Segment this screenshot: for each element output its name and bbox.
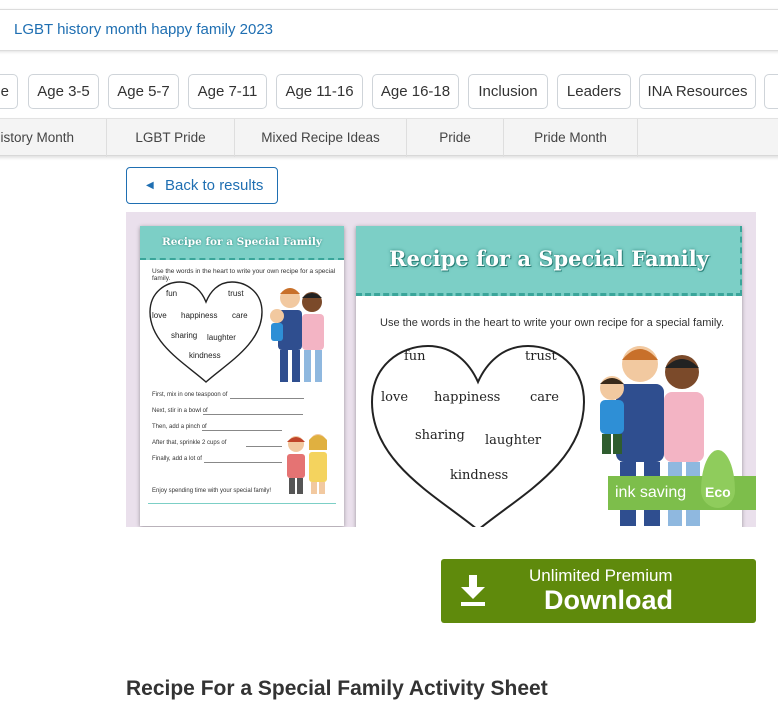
- tag-chip[interactable]: Age 11-16: [276, 74, 363, 109]
- recipe-line: Finally, add a lot of: [152, 456, 202, 462]
- answer-line: [203, 414, 303, 415]
- recipe-line: First, mix in one teaspoon of: [152, 392, 228, 398]
- page-footer-rule: [148, 503, 336, 504]
- recipe-line: Then, add a pinch of: [152, 424, 207, 430]
- sub-navigation: listory Month LGBT Pride Mixed Recipe Id…: [0, 118, 778, 157]
- answer-line: [246, 446, 282, 447]
- main-page-instruction: Use the words in the heart to write your…: [380, 317, 725, 329]
- subnav-item[interactable]: Pride Month: [504, 119, 638, 157]
- thumbnail-header: Recipe for a Special Family: [140, 226, 344, 260]
- heart-word: love: [381, 390, 409, 405]
- tag-chip[interactable]: e: [0, 74, 18, 109]
- search-query[interactable]: LGBT history month happy family 2023: [14, 21, 273, 38]
- heart-word: happiness: [434, 390, 501, 405]
- triangle-left-icon: ◀: [146, 180, 154, 191]
- heart-word: laughter: [485, 433, 542, 448]
- download-label: Download: [544, 585, 673, 615]
- closing-line: Enjoy spending time with your special fa…: [152, 488, 272, 494]
- heart-word: fun: [404, 349, 426, 364]
- download-subtitle: Unlimited Premium: [529, 566, 673, 585]
- back-to-results-label: Back to results: [165, 177, 264, 194]
- eco-label: Eco: [705, 484, 731, 500]
- heart-illustration: [370, 344, 586, 527]
- heart-word: kindness: [450, 468, 509, 483]
- tag-chip[interactable]: [764, 74, 778, 109]
- heart-illustration: [149, 281, 263, 383]
- tag-row: e Age 3-5 Age 5-7 Age 7-11 Age 11-16 Age…: [0, 74, 778, 110]
- main-page-title: Recipe for a Special Family: [389, 246, 709, 271]
- answer-line: [230, 398, 304, 399]
- heart-word: trust: [228, 289, 244, 298]
- heart-word: care: [530, 390, 559, 405]
- heart-word: kindness: [189, 351, 221, 360]
- heart-word: happiness: [181, 311, 218, 320]
- family-illustration: [270, 288, 324, 382]
- page-title: Recipe For a Special Family Activity She…: [126, 677, 548, 700]
- subnav-item[interactable]: Mixed Recipe Ideas: [235, 119, 407, 157]
- ink-saving-badge: ink saving Eco: [608, 450, 756, 510]
- women-illustration: [287, 434, 327, 494]
- tag-chip[interactable]: Age 7-11: [188, 74, 267, 109]
- recipe-line: Next, stir in a bowl of: [152, 408, 208, 414]
- heart-word: fun: [166, 289, 178, 298]
- resource-preview[interactable]: Recipe for a Special Family Use the word…: [126, 212, 756, 527]
- heart-word: love: [152, 311, 167, 320]
- ink-saving-label: ink saving: [615, 484, 687, 501]
- preview-thumbnail[interactable]: Recipe for a Special Family Use the word…: [140, 226, 344, 526]
- heart-word: care: [232, 311, 248, 320]
- heart-word: sharing: [171, 331, 198, 340]
- tag-chip[interactable]: Age 3-5: [28, 74, 99, 109]
- tag-chip[interactable]: Inclusion: [468, 74, 548, 109]
- tag-chip[interactable]: Age 16-18: [372, 74, 459, 109]
- tag-chip[interactable]: Age 5-7: [108, 74, 179, 109]
- tag-chip[interactable]: INA Resources: [639, 74, 756, 109]
- download-icon: [461, 575, 485, 606]
- download-button[interactable]: Unlimited Premium Download: [441, 559, 756, 623]
- answer-line: [204, 462, 282, 463]
- recipe-line: After that, sprinkle 2 cups of: [152, 440, 227, 446]
- main-page-header: Recipe for a Special Family: [356, 226, 742, 296]
- thumbnail-title: Recipe for a Special Family: [162, 236, 322, 248]
- subnav-item[interactable]: Pride: [407, 119, 504, 157]
- search-bar[interactable]: LGBT history month happy family 2023: [0, 9, 778, 51]
- tag-chip[interactable]: Leaders: [557, 74, 631, 109]
- heart-word: sharing: [415, 428, 465, 443]
- back-to-results-button[interactable]: ◀ Back to results: [126, 167, 278, 204]
- answer-line: [202, 430, 282, 431]
- subnav-item[interactable]: LGBT Pride: [107, 119, 235, 157]
- heart-word: trust: [525, 349, 557, 364]
- subnav-item[interactable]: listory Month: [0, 119, 107, 157]
- heart-word: laughter: [207, 333, 236, 342]
